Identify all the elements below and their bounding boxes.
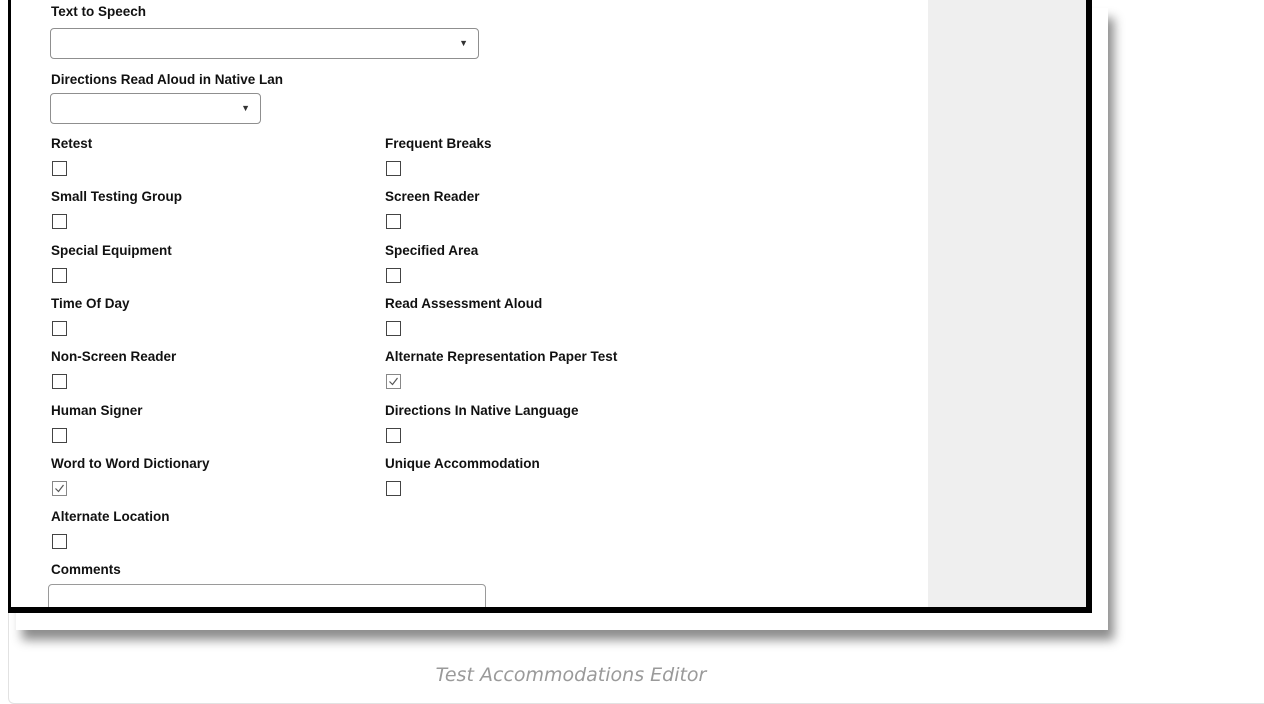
checkbox[interactable]: [386, 214, 401, 230]
checkbox-label: Alternate Location: [51, 509, 170, 525]
checkbox-label: Read Assessment Aloud: [385, 295, 543, 311]
checkbox[interactable]: [386, 427, 401, 443]
directions-native-label: Directions Read Aloud in Native Lan: [51, 72, 284, 87]
checkbox-label: Unique Accommodation: [385, 455, 540, 471]
chevron-down-icon: ▼: [241, 103, 250, 113]
checkbox-label: Screen Reader: [385, 189, 480, 205]
chevron-down-icon: ▼: [459, 38, 468, 48]
checkbox[interactable]: [386, 480, 401, 496]
checkbox-label: Small Testing Group: [51, 189, 183, 205]
screenshot-frame: Text to Speech ▼ Directions Read Aloud i…: [8, 0, 1092, 613]
checkbox[interactable]: [52, 480, 67, 496]
side-panel: [928, 0, 1086, 607]
checkbox[interactable]: [386, 161, 401, 176]
checkbox[interactable]: [52, 161, 67, 176]
checkbox-label: Special Equipment: [51, 242, 172, 258]
checkbox[interactable]: [386, 267, 401, 283]
accommodations-form: Text to Speech ▼ Directions Read Aloud i…: [48, 0, 918, 607]
checkbox[interactable]: [386, 320, 401, 336]
checkbox-label: Time Of Day: [51, 295, 130, 311]
checkbox-label: Word to Word Dictionary: [51, 455, 210, 471]
text-to-speech-label: Text to Speech: [51, 4, 147, 19]
checkbox-label: Alternate Representation Paper Test: [385, 349, 618, 365]
comments-label: Comments: [51, 562, 121, 577]
checkbox-label: Retest: [51, 136, 93, 151]
checkbox-label: Human Signer: [51, 402, 143, 418]
check-icon: [389, 377, 398, 386]
checkbox-label: Non-Screen Reader: [51, 349, 177, 365]
checkbox[interactable]: [52, 214, 67, 230]
checkbox-label: Frequent Breaks: [385, 136, 492, 151]
directions-native-select[interactable]: ▼: [50, 93, 261, 124]
figure-caption: Test Accommodations Editor: [435, 664, 707, 686]
checkbox[interactable]: [52, 427, 67, 443]
checkbox[interactable]: [386, 374, 401, 390]
checkbox-label: Directions In Native Language: [385, 402, 579, 418]
checkbox[interactable]: [52, 267, 67, 283]
text-to-speech-select[interactable]: ▼: [50, 28, 479, 59]
comments-textarea[interactable]: [48, 584, 486, 607]
checkbox[interactable]: [52, 320, 67, 336]
check-icon: [55, 484, 64, 493]
checkbox[interactable]: [52, 534, 67, 550]
checkbox[interactable]: [52, 374, 67, 390]
checkbox-label: Specified Area: [385, 242, 479, 258]
